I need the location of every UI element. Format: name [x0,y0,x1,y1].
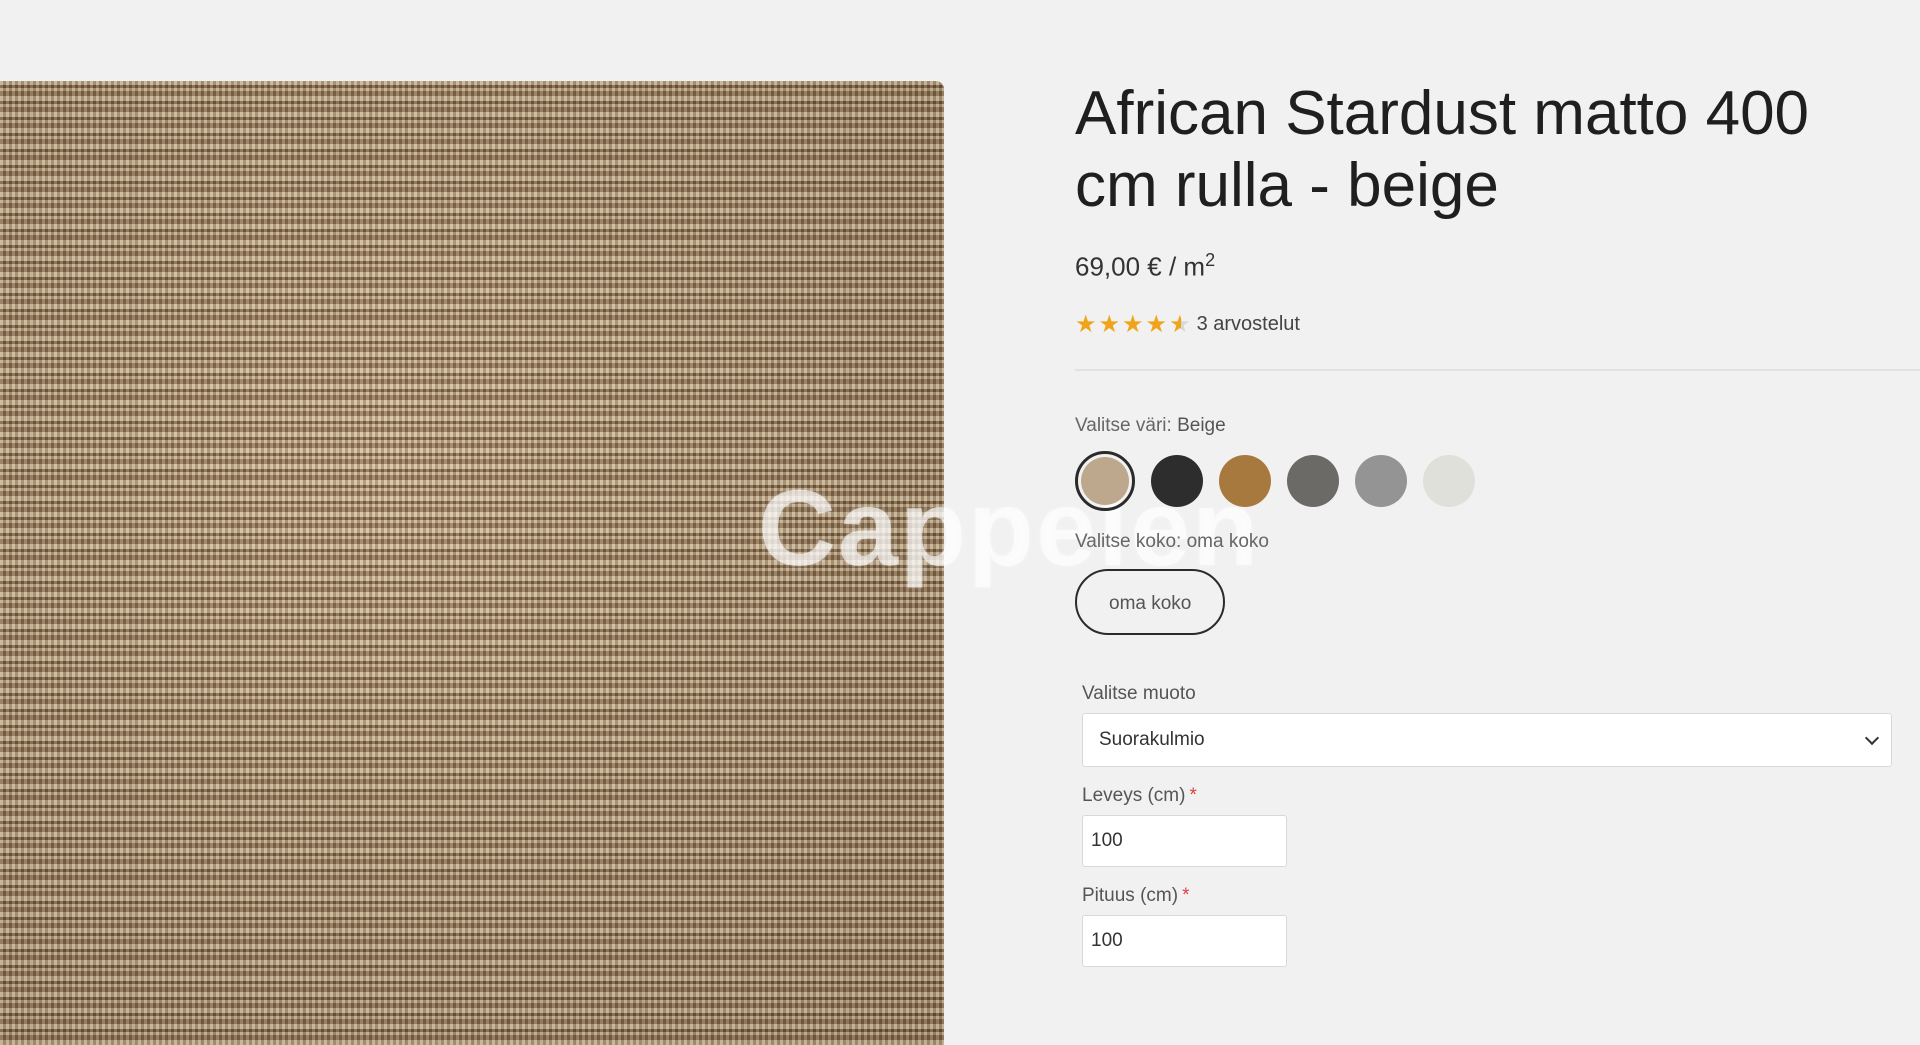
star-icon: ★ [1122,310,1144,338]
required-mark: * [1189,784,1197,806]
size-label-text: Valitse koko: [1075,530,1182,552]
star-icon: ★ [1145,310,1168,338]
color-swatches [1075,450,1895,511]
swatch-light[interactable] [1423,454,1475,507]
required-mark: * [1182,884,1190,906]
product-image[interactable] [0,81,944,1045]
product-price: 69,00 € / m2 [1075,250,1895,283]
reviews-link[interactable]: 3 arvostelut [1197,313,1300,336]
product-page: Cappelen African Stardust matto 400 cm r… [0,0,1920,1045]
color-label: Valitse väri: Beige [1075,415,1895,437]
half-star-icon: ★ [1169,310,1191,338]
size-label: Valitse koko: oma koko [1075,531,1895,553]
star-icon: ★ [1075,310,1097,338]
divider [1075,368,1920,371]
shape-select-value: Suorakulmio [1099,728,1205,750]
custom-size-form: Valitse muoto Suorakulmio Leveys (cm)* P… [1082,683,1895,967]
shape-label: Valitse muoto [1082,682,1196,704]
width-field: Leveys (cm) * [1082,785,1895,867]
price-unit-sup: 2 [1205,250,1216,270]
swatch-amber[interactable] [1219,454,1271,507]
size-option-button[interactable]: oma koko [1075,568,1226,635]
product-title: African Stardust matto 400 cm rulla - be… [1075,79,1810,220]
size-selected-value: oma koko [1186,530,1269,552]
length-input[interactable] [1082,914,1287,967]
width-input[interactable] [1082,814,1287,867]
rating-row[interactable]: ★ ★ ★ ★ ★ 3 arvostelut [1075,310,1895,338]
length-label-text: Pituus (cm) [1082,884,1179,906]
rating-stars: ★ ★ ★ ★ ★ [1075,310,1191,338]
star-icon: ★ [1098,310,1121,338]
width-label: Leveys (cm) * [1082,785,1895,807]
length-label: Pituus (cm) * [1082,885,1895,907]
color-selected-value: Beige [1177,414,1226,436]
price-text: 69,00 € / m [1075,251,1206,282]
color-label-text: Valitse väri: [1075,414,1172,436]
shape-select[interactable]: Suorakulmio [1082,712,1892,767]
shape-field: Valitse muoto Suorakulmio [1082,683,1895,767]
swatch-dark-grey[interactable] [1287,454,1339,507]
swatch-black[interactable] [1151,454,1203,507]
swatch-beige[interactable] [1075,450,1135,511]
swatch-grey[interactable] [1355,454,1407,507]
width-label-text: Leveys (cm) [1082,784,1186,806]
chevron-down-icon [1864,730,1880,745]
product-info: African Stardust matto 400 cm rulla - be… [1075,78,1920,967]
length-field: Pituus (cm) * [1082,885,1895,967]
